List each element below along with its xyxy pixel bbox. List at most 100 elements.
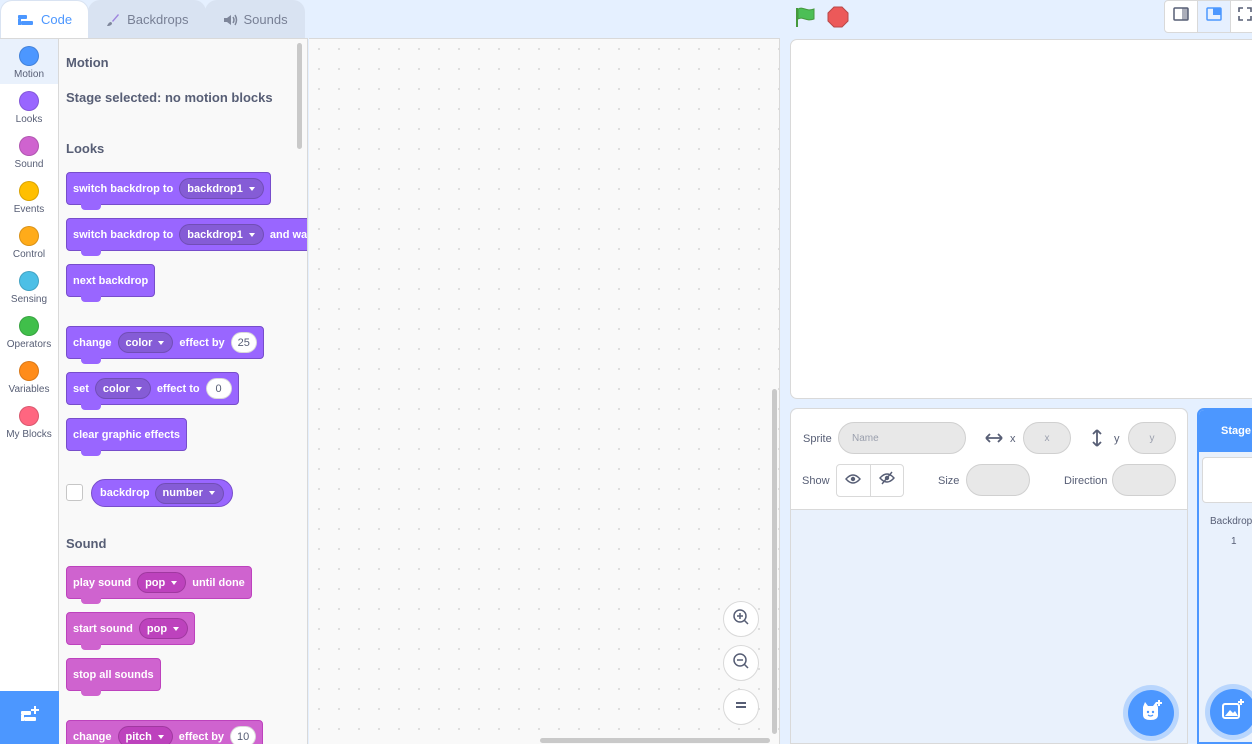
category-my-blocks[interactable]: My Blocks: [0, 399, 58, 444]
block-set-effect[interactable]: set color effect to 0: [66, 372, 239, 410]
tab-backdrops[interactable]: Backdrops: [88, 0, 206, 38]
y-label: y: [1114, 433, 1120, 445]
dropdown-value: number: [162, 487, 203, 499]
fullscreen-button[interactable]: [1230, 0, 1252, 33]
category-dot-icon: [19, 361, 39, 381]
eye-icon: [845, 472, 862, 490]
code-workspace[interactable]: [309, 38, 780, 744]
dropdown-value: pop: [146, 622, 168, 635]
number-input[interactable]: 10: [230, 726, 257, 744]
size-field[interactable]: [966, 464, 1030, 496]
sprite-name-field[interactable]: Name: [838, 422, 966, 454]
direction-field[interactable]: [1112, 464, 1176, 496]
category-label: Motion: [13, 69, 44, 80]
zoom-out-button[interactable]: [723, 645, 759, 681]
small-stage-button[interactable]: [1164, 0, 1198, 33]
add-extension-button[interactable]: [0, 691, 59, 744]
category-label: Events: [13, 204, 45, 215]
category-variables[interactable]: Variables: [0, 354, 58, 399]
backdrops-count: 1: [1231, 536, 1237, 547]
motion-heading: Motion: [66, 55, 109, 70]
block-text: change: [73, 336, 112, 349]
show-sprite-button[interactable]: [837, 465, 870, 496]
show-label: Show: [802, 475, 830, 487]
tab-code[interactable]: Code: [0, 0, 90, 38]
add-extension-icon: [19, 705, 41, 730]
tab-backdrops-label: Backdrops: [127, 12, 189, 27]
sprite-label: Sprite: [803, 433, 832, 445]
backdrop-property-dropdown[interactable]: number: [154, 482, 224, 504]
hide-sprite-button[interactable]: [869, 465, 904, 496]
paintbrush-icon: [105, 12, 121, 28]
palette-scrollbar[interactable]: [297, 43, 302, 149]
block-clear-graphic-effects[interactable]: clear graphic effects: [66, 418, 187, 456]
dropdown-value: backdrop1: [187, 182, 243, 195]
effect-dropdown[interactable]: color: [94, 378, 151, 399]
fullscreen-icon: [1238, 7, 1252, 26]
dropdown-arrow-icon: [208, 491, 215, 495]
block-change-effect[interactable]: change color effect by 25: [66, 326, 264, 364]
number-input[interactable]: 25: [230, 332, 257, 353]
dropdown-value: color: [125, 336, 153, 349]
backdrop-monitor-checkbox[interactable]: [66, 484, 83, 501]
category-motion[interactable]: Motion: [0, 39, 58, 84]
zoom-in-button[interactable]: [723, 601, 759, 637]
block-next-backdrop[interactable]: next backdrop: [66, 264, 156, 302]
dropdown-value: pop: [145, 576, 166, 589]
block-text: backdrop: [100, 487, 150, 499]
x-position-field[interactable]: x: [1023, 422, 1071, 454]
category-events[interactable]: Events: [0, 174, 58, 219]
stage-canvas[interactable]: [790, 39, 1252, 399]
choose-backdrop-button[interactable]: [1210, 689, 1252, 735]
block-text: switch backdrop to: [73, 228, 174, 241]
zoom-out-icon: [731, 651, 751, 676]
block-start-sound[interactable]: start sound pop: [66, 612, 196, 650]
block-text-middle: effect to: [156, 382, 200, 395]
motion-note: Stage selected: no motion blocks: [66, 90, 273, 105]
block-text-middle: effect by: [178, 730, 225, 743]
stop-button[interactable]: [827, 6, 849, 33]
choose-sprite-button[interactable]: [1128, 690, 1174, 736]
dropdown-value: backdrop1: [187, 228, 243, 241]
image-plus-icon: [1220, 698, 1246, 727]
block-text: change: [73, 730, 112, 743]
backdrop-dropdown[interactable]: backdrop1: [179, 224, 264, 245]
category-label: My Blocks: [6, 429, 52, 440]
category-looks[interactable]: Looks: [0, 84, 58, 129]
zoom-reset-button[interactable]: [723, 689, 759, 725]
block-play-sound-until-done[interactable]: play sound pop until done: [66, 566, 252, 604]
backdrop-dropdown[interactable]: backdrop1: [179, 178, 264, 199]
workspace-vertical-scrollbar[interactable]: [772, 389, 777, 734]
backdrops-label: Backdrops: [1210, 516, 1252, 527]
block-text: switch backdrop to: [73, 182, 174, 195]
block-stop-all-sounds[interactable]: stop all sounds: [66, 658, 161, 696]
tab-sounds-label: Sounds: [243, 12, 288, 27]
stage-thumbnail[interactable]: [1202, 457, 1252, 503]
category-menu: Motion Looks Sound Events Control Sensin…: [0, 38, 59, 744]
category-dot-icon: [19, 271, 39, 291]
workspace-horizontal-scrollbar[interactable]: [540, 738, 770, 743]
x-label: x: [1010, 433, 1016, 445]
number-input[interactable]: 0: [205, 378, 232, 399]
sound-effect-dropdown[interactable]: pitch: [117, 726, 173, 744]
block-change-pitch[interactable]: change pitch effect by 10: [66, 720, 264, 744]
block-switch-backdrop-and-wait[interactable]: switch backdrop to backdrop1 and wait: [66, 218, 307, 256]
y-position-field[interactable]: y: [1128, 422, 1176, 454]
category-label: Sound: [14, 159, 44, 170]
normal-stage-button[interactable]: [1197, 0, 1231, 33]
green-flag-button[interactable]: [794, 6, 818, 33]
category-operators[interactable]: Operators: [0, 309, 58, 354]
block-backdrop-reporter[interactable]: backdrop number: [91, 479, 233, 507]
sound-dropdown[interactable]: pop: [138, 618, 189, 639]
stage-target-pane[interactable]: Stage Backdrops 1: [1197, 408, 1252, 744]
effect-dropdown[interactable]: color: [117, 332, 174, 353]
dropdown-arrow-icon: [158, 340, 165, 345]
category-label: Looks: [15, 114, 43, 125]
category-sensing[interactable]: Sensing: [0, 264, 58, 309]
category-control[interactable]: Control: [0, 219, 58, 264]
category-sound[interactable]: Sound: [0, 129, 58, 174]
tab-sounds[interactable]: Sounds: [204, 0, 305, 38]
block-switch-backdrop[interactable]: switch backdrop to backdrop1: [66, 172, 271, 210]
sound-dropdown[interactable]: pop: [137, 572, 187, 593]
editor-tabs: Code Backdrops Sounds: [0, 0, 310, 38]
